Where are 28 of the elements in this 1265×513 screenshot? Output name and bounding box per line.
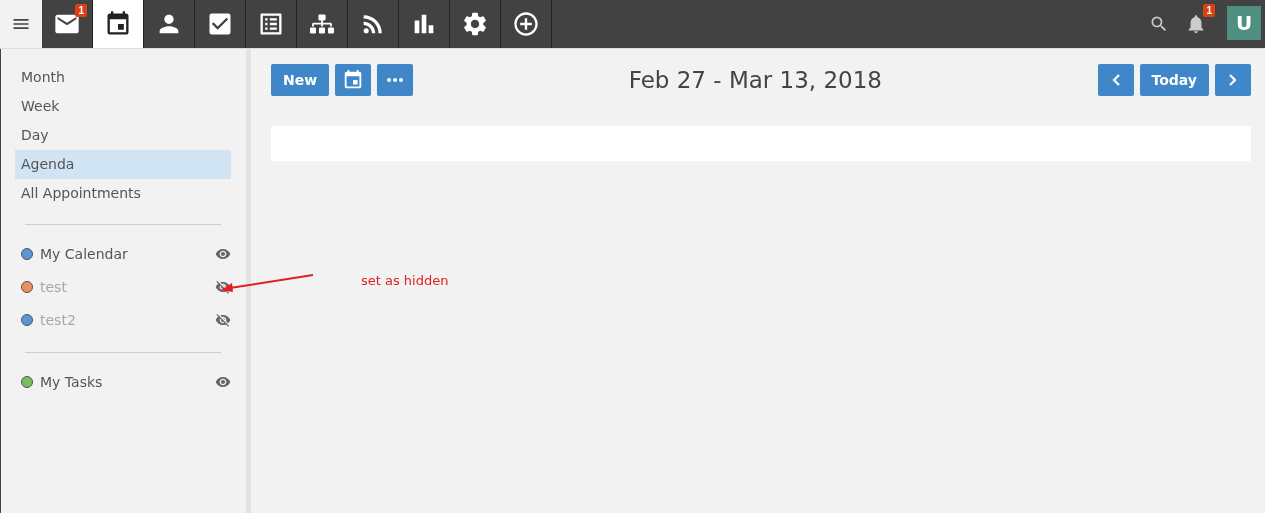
user-avatar[interactable]: U	[1227, 6, 1261, 40]
count-badge: 1	[1203, 4, 1215, 17]
view-item[interactable]: All Appointments	[15, 179, 231, 208]
search-icon	[1149, 14, 1169, 34]
chevron-right-icon	[1229, 74, 1237, 86]
menu-button[interactable]	[0, 0, 42, 48]
settings-icon	[461, 10, 489, 38]
calendar-name[interactable]: My Calendar	[40, 245, 215, 262]
previous-button[interactable]	[1097, 64, 1134, 96]
calendar-name[interactable]: My Tasks	[40, 373, 215, 390]
view-item[interactable]: Day	[15, 121, 231, 150]
annotation-text: set as hidden	[361, 273, 449, 288]
today-button[interactable]: Today	[1139, 64, 1209, 96]
date-range-title: Feb 27 - Mar 13, 2018	[627, 67, 883, 93]
notifications-button[interactable]: 1	[1175, 0, 1217, 48]
calendar-button[interactable]	[335, 64, 372, 96]
view-item[interactable]: Agenda	[15, 150, 231, 179]
next-button[interactable]	[1215, 64, 1251, 96]
eye-off-icon[interactable]	[215, 311, 231, 328]
view-item[interactable]: Week	[15, 92, 231, 121]
count-badge: 1	[75, 4, 87, 17]
new-button[interactable]: New	[271, 64, 330, 96]
more-icon	[387, 78, 404, 82]
sitemap-icon	[310, 12, 334, 36]
view-item[interactable]: Month	[15, 63, 231, 92]
chevron-left-icon	[1111, 74, 1120, 86]
nav-tab[interactable]	[93, 0, 144, 48]
more-button[interactable]	[377, 64, 414, 96]
